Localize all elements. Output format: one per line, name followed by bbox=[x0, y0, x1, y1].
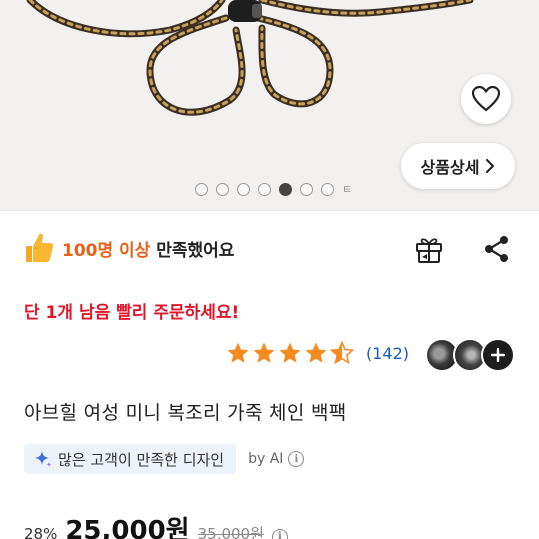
carousel-dot[interactable] bbox=[215, 182, 229, 196]
sparkle-icon bbox=[35, 451, 52, 467]
plus-icon bbox=[490, 347, 506, 363]
rating-summary[interactable]: (142) bbox=[226, 341, 409, 365]
carousel-dot[interactable] bbox=[299, 182, 313, 196]
product-detail-page: 상품상세 ㅌ 100명 이상 만족했어요 단 1개 남음 빨리 주문하세요! (… bbox=[0, 0, 539, 539]
more-reviews-button[interactable] bbox=[481, 338, 515, 372]
satisfaction-text: 100명 이상 만족했어요 bbox=[62, 236, 234, 261]
heart-icon bbox=[472, 86, 500, 112]
carousel-dot-active[interactable] bbox=[278, 182, 292, 196]
divider bbox=[0, 210, 539, 211]
info-icon[interactable]: i bbox=[288, 451, 305, 467]
product-image-carousel[interactable]: 상품상세 ㅌ bbox=[0, 0, 539, 210]
stock-urgency-text: 단 1개 남음 빨리 주문하세요! bbox=[24, 303, 240, 323]
sale-price: 25,000원 bbox=[65, 516, 190, 539]
original-price: 35,000원 bbox=[197, 525, 264, 539]
price-row: 28% 25,000원 35,000원 i bbox=[24, 510, 288, 539]
carousel-dot[interactable] bbox=[194, 182, 208, 196]
satisfaction-count: 100명 이상 bbox=[62, 240, 151, 261]
review-photo-avatars[interactable] bbox=[425, 338, 517, 374]
product-title: 아브힐 여성 미니 복조리 가죽 체인 백팩 bbox=[24, 402, 347, 424]
ai-summary-badge: 많은 고객이 만족한 디자인 bbox=[24, 444, 237, 474]
carousel-dot[interactable] bbox=[257, 182, 271, 196]
star-rating-icon bbox=[227, 341, 354, 364]
discount-rate: 28% bbox=[24, 525, 58, 539]
ai-summary-text: 많은 고객이 만족한 디자인 bbox=[58, 450, 225, 469]
share-icon[interactable] bbox=[482, 233, 512, 265]
carousel-indicator: ㅌ bbox=[0, 182, 539, 196]
carousel-dot[interactable] bbox=[236, 182, 250, 196]
ai-summary-row: 많은 고객이 만족한 디자인 by AI i bbox=[24, 444, 305, 474]
wishlist-button[interactable] bbox=[461, 74, 511, 124]
ai-attribution-label: by AI bbox=[248, 451, 284, 467]
carousel-dot[interactable] bbox=[320, 182, 334, 196]
review-count-link[interactable]: (142) bbox=[366, 344, 409, 363]
satisfaction-suffix: 만족했어요 bbox=[156, 240, 235, 261]
thumbs-up-icon bbox=[26, 233, 54, 262]
gift-icon[interactable] bbox=[413, 233, 445, 265]
product-detail-label: 상품상세 bbox=[420, 158, 480, 177]
chevron-right-icon bbox=[486, 159, 495, 173]
satisfaction-banner: 100명 이상 만족했어요 bbox=[24, 228, 234, 268]
carousel-more-indicator: ㅌ bbox=[341, 182, 353, 196]
price-info-icon[interactable]: i bbox=[271, 528, 288, 539]
ai-attribution: by AI i bbox=[248, 451, 305, 467]
